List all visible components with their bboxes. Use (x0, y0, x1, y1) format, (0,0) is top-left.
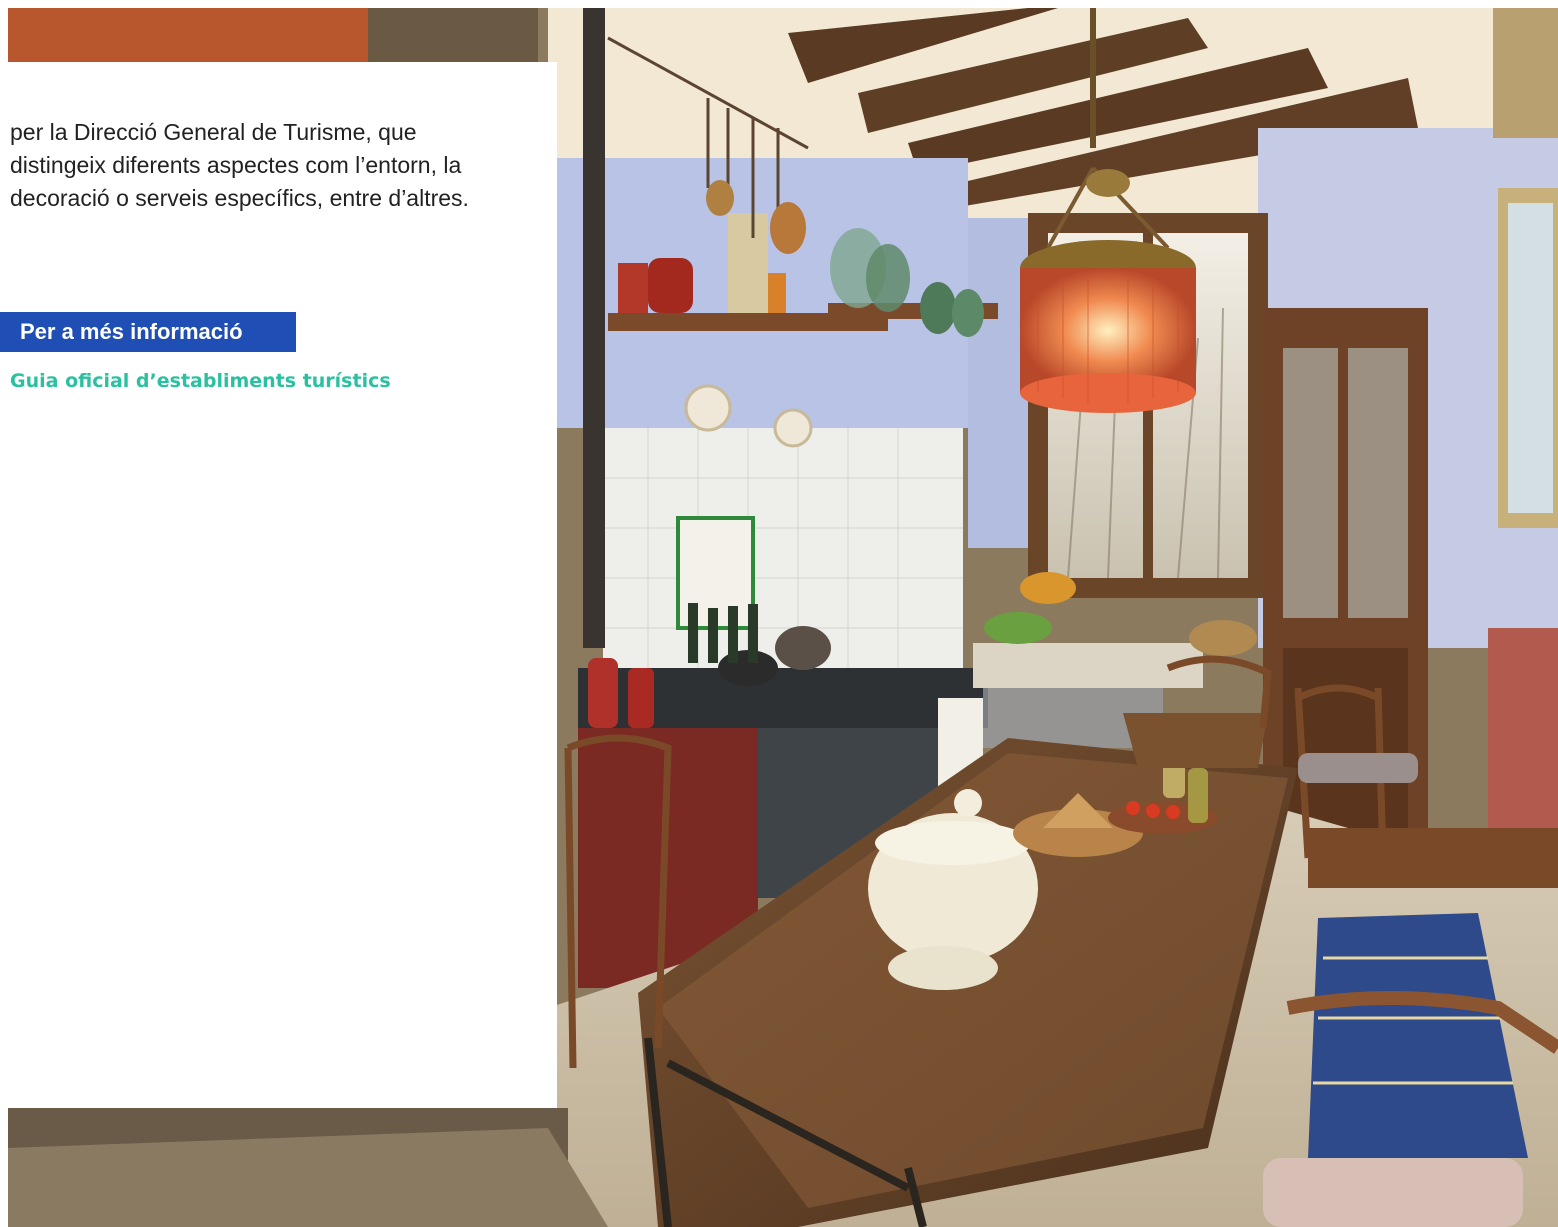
official-guide-link[interactable]: Guia oficial d’establiments turístics (10, 370, 391, 392)
description-text: per la Direcció General de Turisme, que … (10, 119, 469, 211)
info-heading: Per a més informació (0, 312, 296, 352)
info-card: per la Direcció General de Turisme, que … (0, 62, 557, 1108)
